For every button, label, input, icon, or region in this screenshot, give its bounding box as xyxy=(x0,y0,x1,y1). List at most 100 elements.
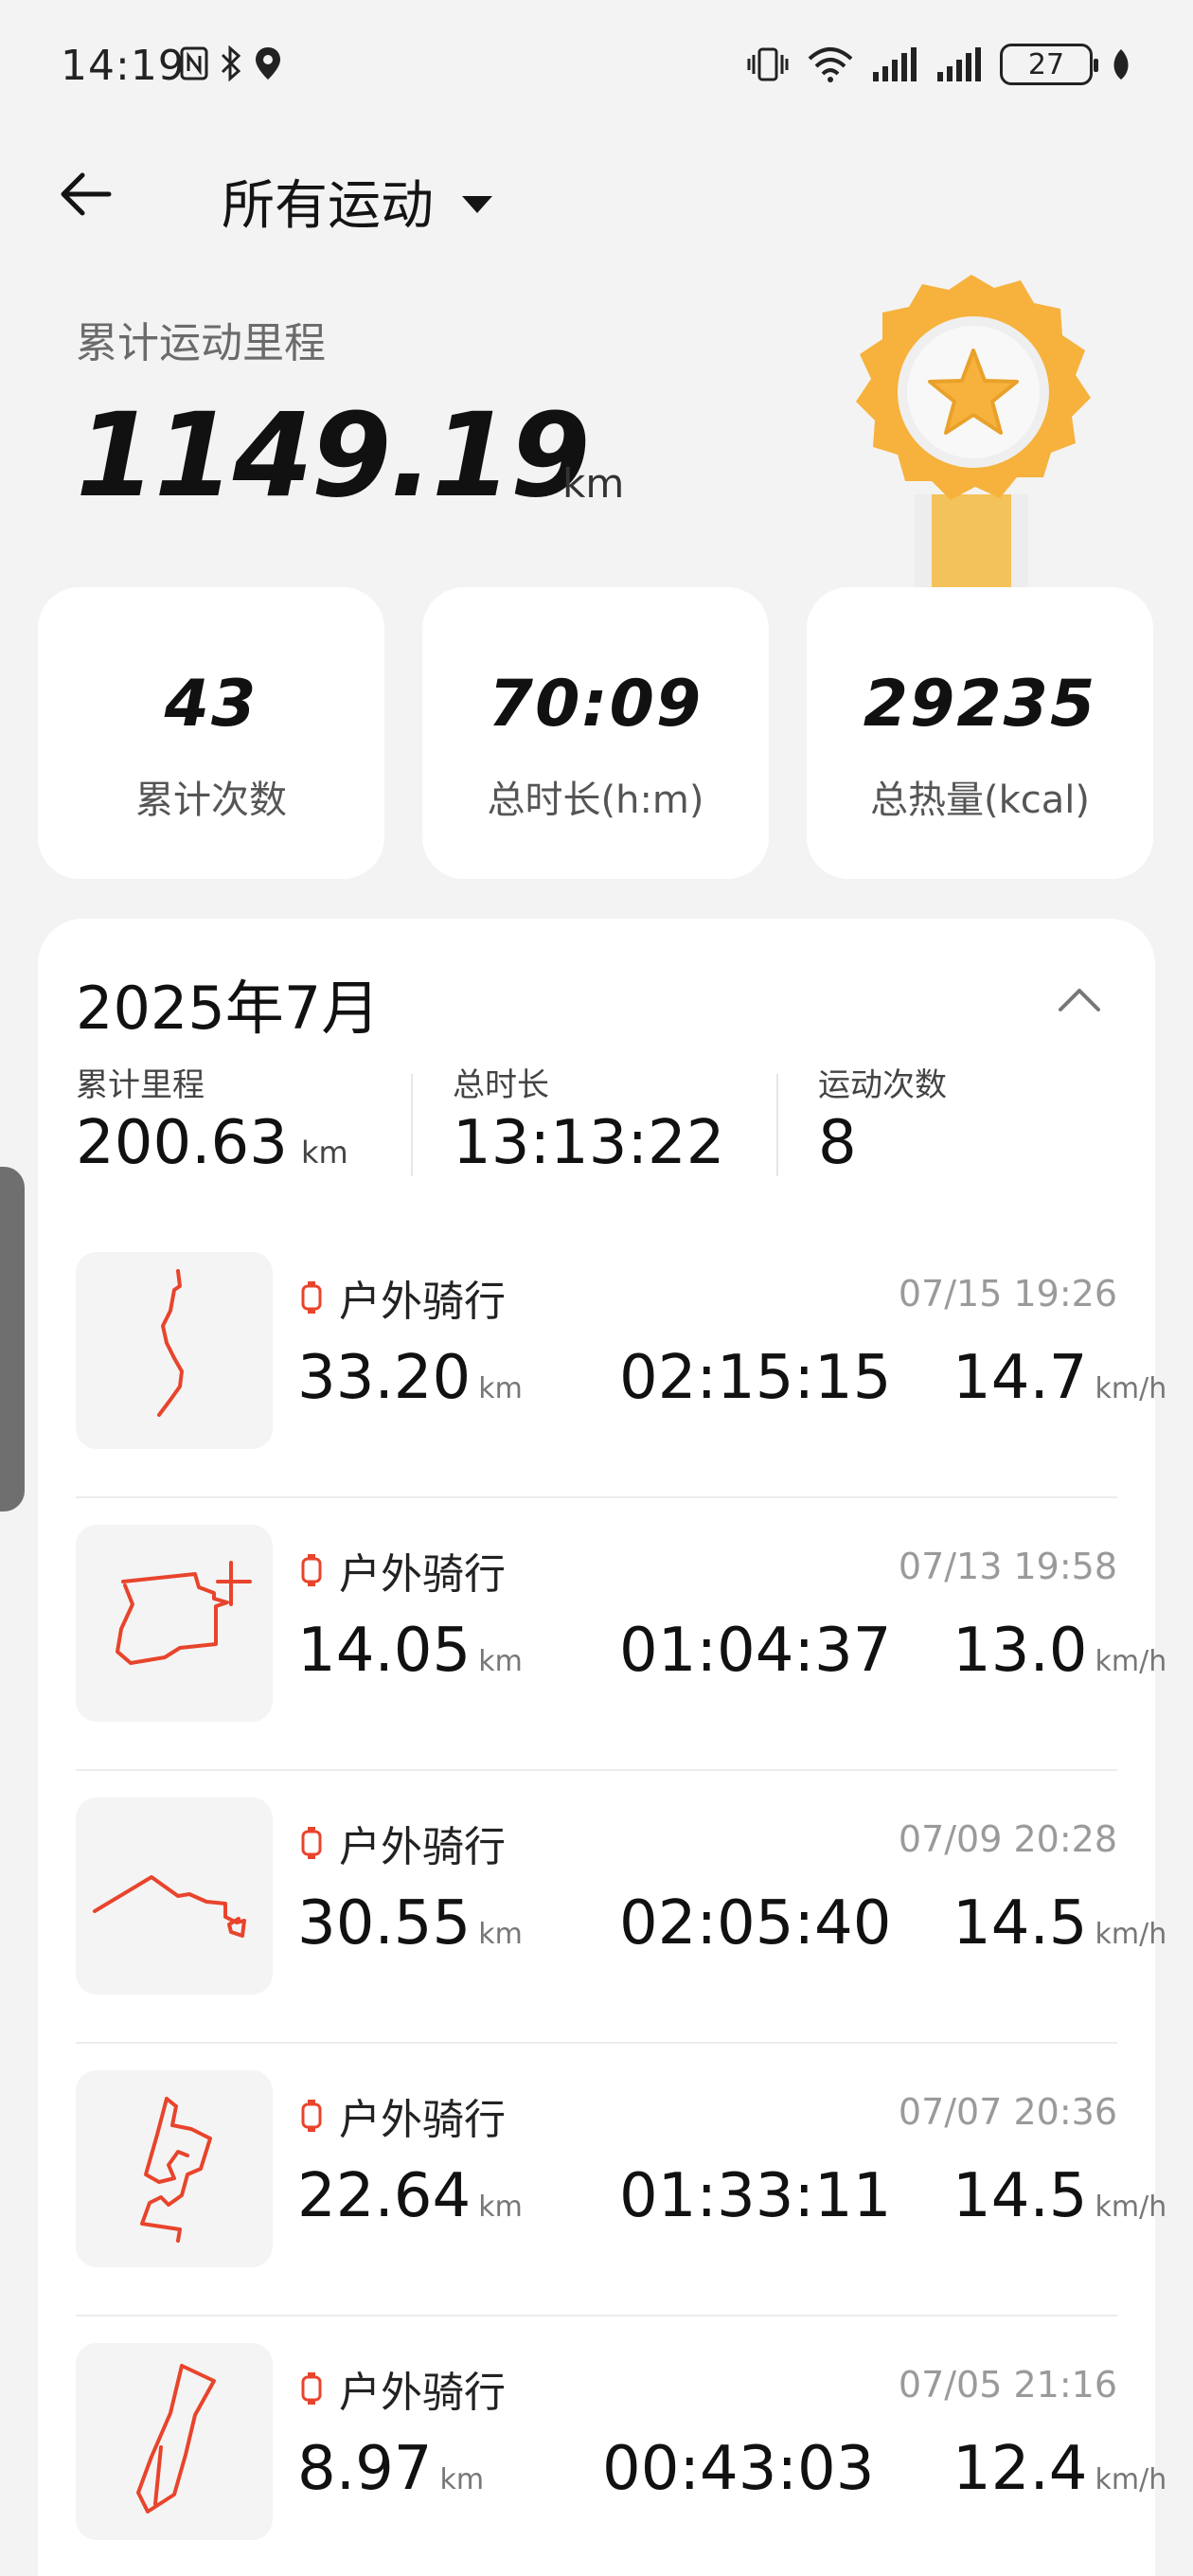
activity-distance: 22.64 km xyxy=(297,2161,523,2231)
activity-speed: 13.0 km/h xyxy=(953,1616,1166,1686)
activity-record[interactable]: 户外骑行 07/15 19:26 33.20 km 02:15:15 14.7 km… xyxy=(76,1225,1166,1498)
vibrate-icon xyxy=(747,47,789,81)
sport-filter-label: 所有运动 xyxy=(222,175,434,237)
activity-distance-unit: km xyxy=(478,2191,523,2224)
stat-duration-label: 总时长(h:m) xyxy=(487,778,704,822)
activity-speed-value: 14.7 xyxy=(953,1343,1088,1413)
activity-record[interactable]: 户外骑行 07/07 20:36 22.64 km 01:33:11 14.5 km… xyxy=(76,2044,1166,2317)
activity-distance-value: 33.20 xyxy=(297,1343,472,1413)
activity-record[interactable]: 户外骑行 07/09 20:28 30.55 km 02:05:40 14.5 km… xyxy=(76,1771,1166,2044)
activity-type: 户外骑行 xyxy=(299,1540,506,1601)
activity-distance: 30.55 km xyxy=(297,1888,523,1959)
stat-card-duration: 70:09 总时长(h:m) xyxy=(422,587,769,879)
route-map-thumbnail xyxy=(76,2070,273,2267)
watch-icon xyxy=(301,1554,322,1586)
activity-distance-unit: km xyxy=(439,2463,485,2496)
activity-speed-value: 12.4 xyxy=(953,2434,1088,2504)
activity-type-label: 户外骑行 xyxy=(339,1550,506,1599)
caret-down-icon xyxy=(462,195,492,213)
activity-record[interactable]: 户外骑行 07/05 21:16 8.97 km 00:43:03 12.4 km/… xyxy=(76,2317,1166,2576)
battery-indicator: 27 xyxy=(1000,44,1098,85)
activity-speed: 14.5 km/h xyxy=(953,2161,1166,2231)
activity-speed: 12.4 km/h xyxy=(953,2434,1166,2504)
activity-date: 07/09 20:28 xyxy=(898,1818,1117,1860)
watch-icon xyxy=(301,1281,322,1314)
activity-distance: 33.20 km xyxy=(297,1343,523,1413)
stat-calories-label: 总热量(kcal) xyxy=(870,778,1090,822)
activity-distance-value: 22.64 xyxy=(297,2161,472,2231)
location-icon xyxy=(256,47,280,80)
activity-distance-value: 30.55 xyxy=(297,1888,472,1959)
activity-speed-value: 14.5 xyxy=(953,1888,1088,1959)
activity-speed-value: 14.5 xyxy=(953,2161,1088,2231)
activity-distance-value: 8.97 xyxy=(297,2434,433,2504)
summary-count-label: 运动次数 xyxy=(818,1066,947,1104)
total-distance-label: 累计运动里程 xyxy=(76,319,326,367)
activity-distance-value: 14.05 xyxy=(297,1616,472,1686)
back-button[interactable] xyxy=(53,161,119,227)
activity-date: 07/13 19:58 xyxy=(898,1546,1117,1587)
activity-type: 户外骑行 xyxy=(299,2085,506,2146)
stat-calories-value: 29235 xyxy=(863,667,1097,742)
activity-duration: 02:15:15 xyxy=(619,1343,892,1413)
activity-type: 户外骑行 xyxy=(299,1267,506,1328)
summary-duration-value: 13:13:22 xyxy=(453,1108,725,1178)
stat-card-calories: 29235 总热量(kcal) xyxy=(807,587,1153,879)
medal-icon xyxy=(856,275,1091,589)
status-icons-right: 27 xyxy=(746,44,1132,85)
route-map-thumbnail xyxy=(76,1798,273,1995)
total-distance-unit: km xyxy=(562,460,625,507)
activity-record[interactable]: 户外骑行 07/13 19:58 14.05 km 01:04:37 13.0 km… xyxy=(76,1498,1166,1771)
activity-duration: 00:43:03 xyxy=(602,2434,875,2504)
leaf-icon xyxy=(1113,49,1129,80)
activity-type-label: 户外骑行 xyxy=(339,2096,506,2144)
activity-type: 户外骑行 xyxy=(299,1813,506,1873)
activity-duration: 01:33:11 xyxy=(619,2161,892,2231)
activity-type: 户外骑行 xyxy=(299,2358,506,2419)
activity-speed-unit: km/h xyxy=(1095,2463,1167,2496)
summary-count-value: 8 xyxy=(818,1108,857,1178)
chevron-up-icon[interactable] xyxy=(1051,975,1108,1023)
route-map-thumbnail xyxy=(76,1252,273,1449)
activity-duration: 02:05:40 xyxy=(619,1888,892,1959)
month-panel: 2025年7月 累计里程 200.63 km 总时长 13:13:22 运动次数 … xyxy=(38,919,1166,2576)
stat-count-label: 累计次数 xyxy=(135,778,287,822)
activity-speed-unit: km/h xyxy=(1095,1645,1167,1678)
activity-duration: 01:04:37 xyxy=(619,1616,892,1686)
activity-speed-unit: km/h xyxy=(1095,2191,1167,2224)
summary-distance-unit: km xyxy=(300,1135,348,1171)
activity-type-label: 户外骑行 xyxy=(339,2369,506,2417)
activity-distance-unit: km xyxy=(478,1918,523,1951)
nfc-icon xyxy=(180,46,208,80)
stat-duration-value: 70:09 xyxy=(488,667,703,742)
activity-distance-unit: km xyxy=(478,1645,523,1678)
summary-divider xyxy=(776,1074,778,1176)
activity-date: 07/07 20:36 xyxy=(898,2091,1117,2133)
activity-distance: 8.97 km xyxy=(297,2434,484,2504)
activity-distance: 14.05 km xyxy=(297,1616,523,1686)
summary-distance: 200.63 km xyxy=(76,1108,348,1178)
watch-icon xyxy=(301,1827,322,1859)
watch-icon xyxy=(301,2372,322,2405)
status-time: 14:19 xyxy=(61,42,186,90)
activity-type-label: 户外骑行 xyxy=(339,1823,506,1871)
side-drawer-handle[interactable] xyxy=(0,1167,25,1512)
summary-duration-label: 总时长 xyxy=(453,1066,549,1104)
back-arrow-icon xyxy=(61,172,112,216)
activity-type-label: 户外骑行 xyxy=(339,1278,506,1326)
month-title: 2025年7月 xyxy=(76,974,381,1043)
total-distance-value: 1149.19 xyxy=(76,388,591,523)
signal-icon-1 xyxy=(873,47,917,81)
activity-speed-unit: km/h xyxy=(1095,1372,1167,1405)
activity-speed: 14.7 km/h xyxy=(953,1343,1166,1413)
summary-distance-label: 累计里程 xyxy=(76,1066,205,1104)
activity-speed-value: 13.0 xyxy=(953,1616,1088,1686)
activity-date: 07/15 19:26 xyxy=(898,1273,1117,1315)
stat-card-count: 43 累计次数 xyxy=(38,587,384,879)
status-icons-left xyxy=(180,45,282,81)
summary-divider xyxy=(411,1074,413,1176)
signal-icon-2 xyxy=(937,47,981,81)
sport-filter-dropdown[interactable]: 所有运动 xyxy=(222,163,492,240)
activity-date: 07/05 21:16 xyxy=(898,2364,1117,2406)
wifi-icon xyxy=(808,47,853,82)
